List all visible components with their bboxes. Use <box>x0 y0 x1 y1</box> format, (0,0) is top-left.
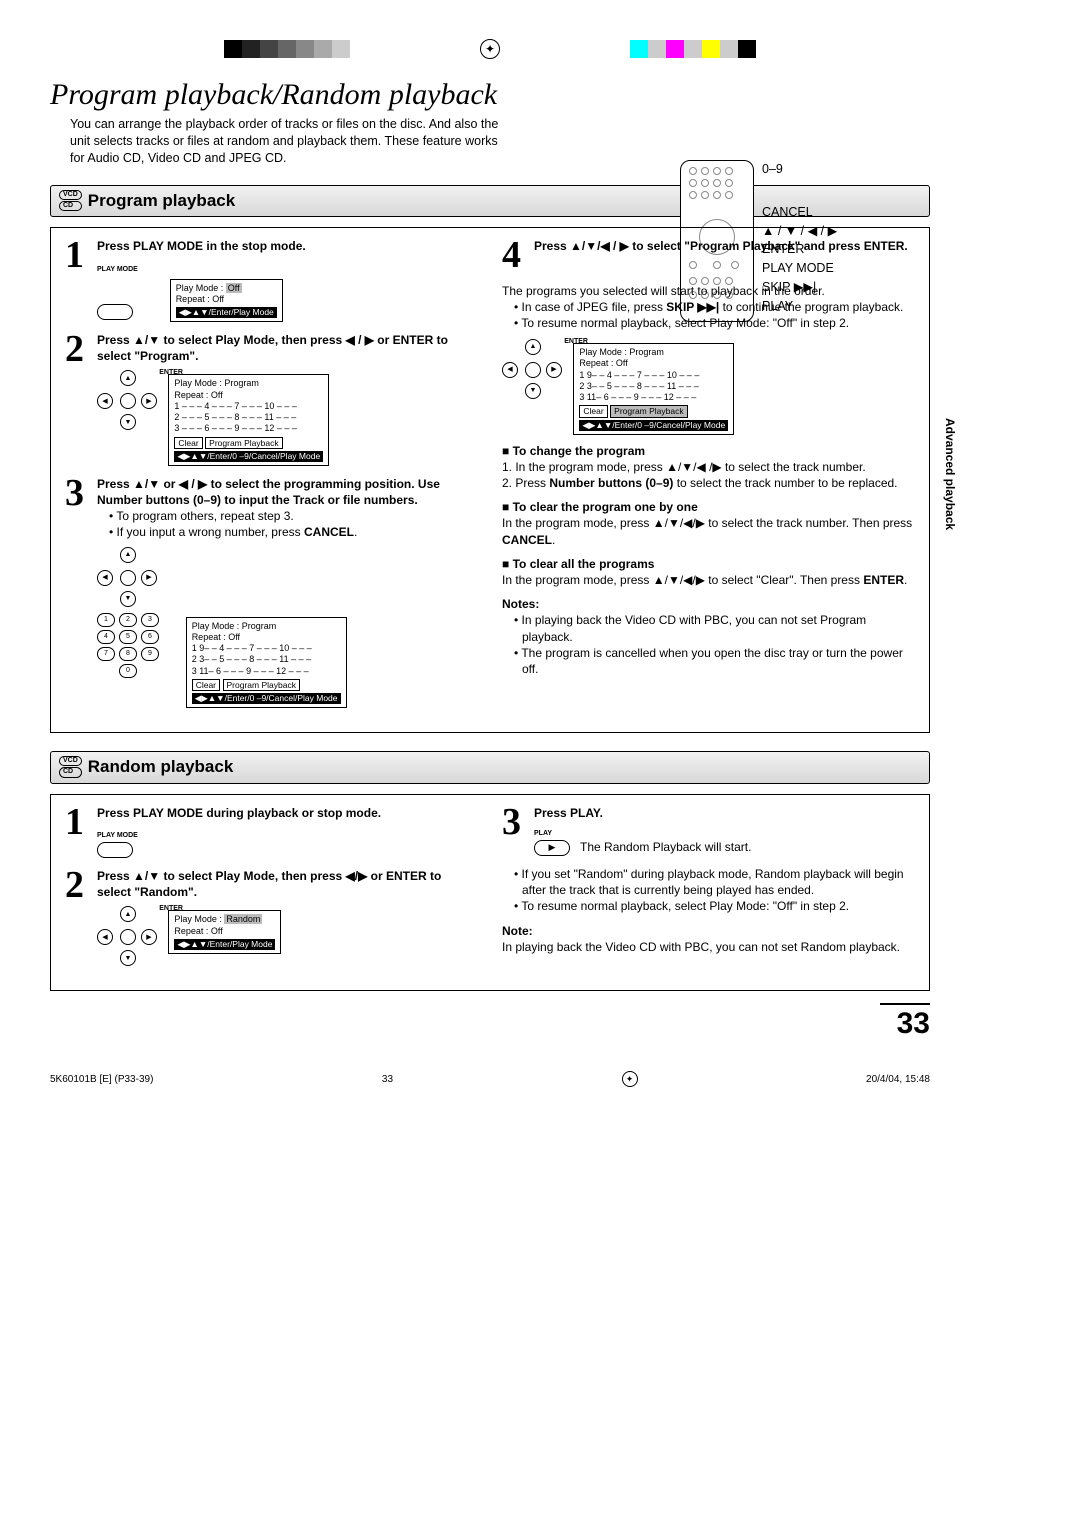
note-item: • In playing back the Video CD with PBC,… <box>514 612 915 644</box>
osd-panel: Play Mode : Random Repeat : Off ◀▶▲▼/Ent… <box>168 910 281 953</box>
section-title: Random playback <box>88 757 234 777</box>
numpad-icon: 123 456 789 0 <box>97 613 159 681</box>
paragraph: 1. In the program mode, press ▲/▼/◀ /▶ t… <box>502 459 915 475</box>
step-heading: Press PLAY MODE in the stop mode. <box>97 238 478 254</box>
button-label: PLAY MODE <box>97 832 138 839</box>
paragraph: 2. Press Number buttons (0–9) to select … <box>502 475 915 491</box>
bullet: • To resume normal playback, select Play… <box>514 315 915 331</box>
step-3: 3 Press ▲/▼ or ◀ / ▶ to select the progr… <box>65 476 478 708</box>
notes-heading: Note: <box>502 923 915 939</box>
osd-panel: Play Mode : Off Repeat : Off ◀▶▲▼/Enter/… <box>170 279 283 322</box>
step-number: 4 <box>502 238 528 272</box>
page-number: 33 <box>880 1003 930 1041</box>
section-title: Program playback <box>88 191 235 211</box>
step-heading: Press ▲/▼/◀ / ▶ to select "Program Playb… <box>534 238 915 254</box>
paragraph: In the program mode, press ▲/▼/◀/▶ to se… <box>502 515 915 547</box>
section-header-random: VCD CD Random playback <box>50 751 930 784</box>
remote-label: 0–9 <box>762 160 910 179</box>
bullet: • If you set "Random" during playback mo… <box>514 866 915 898</box>
step-2: 2 Press ▲/▼ to select Play Mode, then pr… <box>65 868 478 966</box>
bullet: • To resume normal playback, select Play… <box>514 898 915 914</box>
program-playback-box: Advanced playback 1 Press PLAY MODE in t… <box>50 227 930 733</box>
disc-type-icon: VCD CD <box>59 190 82 213</box>
sub-heading: To change the program <box>502 443 915 459</box>
step-number: 1 <box>65 238 91 322</box>
step-1: 1 Press PLAY MODE in the stop mode. PLAY… <box>65 238 478 322</box>
printer-color-bar: ✦ <box>50 40 930 58</box>
paragraph: The Random Playback will start. <box>580 840 751 854</box>
footer-left: 5K60101B [E] (P33-39) <box>50 1074 153 1085</box>
registration-mark-icon: ✦ <box>622 1071 638 1087</box>
osd-panel: Play Mode : Program Repeat : Off 1 – – –… <box>168 374 329 466</box>
step-heading: Press PLAY MODE during playback or stop … <box>97 805 478 821</box>
step-number: 2 <box>65 332 91 466</box>
remote-label: CANCEL <box>762 203 910 222</box>
bullet: • If you input a wrong number, press CAN… <box>109 524 478 540</box>
dpad-icon: ▲▼ ◀▶ ENTER <box>97 906 157 966</box>
random-playback-box: 1 Press PLAY MODE during playback or sto… <box>50 794 930 992</box>
dpad-icon: ▲▼ ◀▶ ENTER <box>97 370 157 430</box>
paragraph: In the program mode, press ▲/▼/◀/▶ to se… <box>502 572 915 588</box>
note-item: In playing back the Video CD with PBC, y… <box>502 939 915 955</box>
disc-type-icon: VCD CD <box>59 756 82 779</box>
note-item: • The program is cancelled when you open… <box>514 645 915 677</box>
step-heading: Press PLAY. <box>534 805 915 821</box>
step-heading: Press ▲/▼ to select Play Mode, then pres… <box>97 868 478 900</box>
osd-panel: Play Mode : Program Repeat : Off 1 9– – … <box>573 343 734 435</box>
step-number: 2 <box>65 868 91 966</box>
osd-panel: Play Mode : Program Repeat : Off 1 9– – … <box>186 617 347 709</box>
dpad-icon: ▲▼ ◀▶ ENTER <box>502 339 562 399</box>
dpad-icon: ▲▼ ◀▶ <box>97 547 157 607</box>
footer-mid: 33 <box>382 1074 393 1085</box>
bullet: • To program others, repeat step 3. <box>109 508 478 524</box>
step-4: 4 Press ▲/▼/◀ / ▶ to select "Program Pla… <box>502 238 915 272</box>
side-tab-label: Advanced playback <box>943 418 957 530</box>
step-heading: Press ▲/▼ or ◀ / ▶ to select the program… <box>97 476 478 508</box>
sub-heading: To clear all the programs <box>502 556 915 572</box>
step-heading: Press ▲/▼ to select Play Mode, then pres… <box>97 332 478 364</box>
playmode-button-icon <box>97 842 133 858</box>
step-number: 3 <box>502 805 528 856</box>
print-footer: 5K60101B [E] (P33-39) 33 ✦ 20/4/04, 15:4… <box>50 1071 930 1087</box>
step-number: 3 <box>65 476 91 708</box>
notes-heading: Notes: <box>502 596 915 612</box>
step-1: 1 Press PLAY MODE during playback or sto… <box>65 805 478 858</box>
paragraph: The programs you selected will start to … <box>502 283 915 299</box>
intro-text: You can arrange the playback order of tr… <box>70 116 500 167</box>
footer-right: 20/4/04, 15:48 <box>866 1074 930 1085</box>
page-title: Program playback/Random playback <box>50 78 930 112</box>
playmode-button-icon <box>97 304 133 320</box>
play-button-icon: ▶ <box>534 840 570 856</box>
button-label: PLAY MODE <box>97 266 138 273</box>
bullet: • In case of JPEG file, press SKIP ▶▶| t… <box>514 299 915 315</box>
step-3: 3 Press PLAY. PLAY ▶ The Random Playback… <box>502 805 915 856</box>
button-label: PLAY <box>534 830 552 837</box>
sub-heading: To clear the program one by one <box>502 499 915 515</box>
step-number: 1 <box>65 805 91 858</box>
step-2: 2 Press ▲/▼ to select Play Mode, then pr… <box>65 332 478 466</box>
registration-mark-icon: ✦ <box>480 39 500 59</box>
